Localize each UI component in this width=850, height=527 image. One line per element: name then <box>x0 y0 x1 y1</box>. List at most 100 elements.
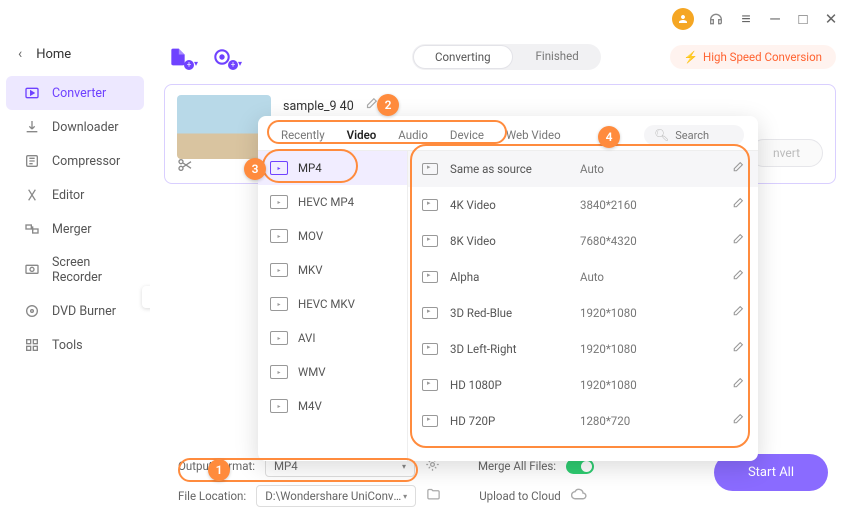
resolution-icon <box>422 271 438 283</box>
popup-tab-video[interactable]: Video <box>338 124 386 146</box>
compressor-icon <box>24 153 40 169</box>
sidebar-item-downloader[interactable]: Downloader <box>6 110 144 144</box>
resolution-row[interactable]: 4K Video3840*2160 <box>408 187 758 223</box>
close-button[interactable]: ✕ <box>824 10 838 28</box>
add-dvd-button[interactable]: + ▾ <box>208 44 236 70</box>
resolution-icon <box>422 379 438 391</box>
edit-preset-icon[interactable] <box>731 161 744 177</box>
format-item-mp4[interactable]: ▸MP4 <box>258 151 407 185</box>
menu-icon[interactable]: ≡ <box>738 11 754 27</box>
resolution-icon <box>422 307 438 319</box>
dvd-burner-icon <box>24 303 40 319</box>
popup-tab-web-video[interactable]: Web Video <box>497 124 570 146</box>
format-item-hevc-mp4[interactable]: ▸HEVC MP4 <box>258 185 407 219</box>
resolution-icon <box>422 343 438 355</box>
format-item-m4v[interactable]: ▸M4V <box>258 389 407 423</box>
segment-finished[interactable]: Finished <box>514 44 601 70</box>
format-icon: ▸ <box>270 399 288 413</box>
tools-icon <box>24 337 40 353</box>
high-speed-badge[interactable]: ⚡ High Speed Conversion <box>670 45 836 69</box>
folder-icon[interactable] <box>426 487 441 505</box>
callout-1: 1 <box>208 459 230 481</box>
screen-recorder-icon <box>24 262 40 278</box>
merge-label: Merge All Files: <box>478 459 556 473</box>
search-icon: 🔍︎ <box>654 128 669 142</box>
sidebar-item-tools[interactable]: Tools <box>6 328 144 362</box>
popup-tab-audio[interactable]: Audio <box>389 124 437 146</box>
sidebar-item-merger[interactable]: Merger <box>6 212 144 246</box>
sidebar-item-label: Editor <box>52 188 84 203</box>
edit-name-icon[interactable] <box>364 97 378 115</box>
sidebar-item-label: Downloader <box>52 120 119 135</box>
user-avatar[interactable] <box>672 8 694 30</box>
resolution-row[interactable]: Same as sourceAuto <box>408 151 758 187</box>
sidebar-item-label: Converter <box>52 86 106 101</box>
popup-tab-recently[interactable]: Recently <box>272 124 334 146</box>
add-file-button[interactable]: + ▾ <box>164 44 192 70</box>
lightning-icon: ⚡ <box>684 50 698 64</box>
resolution-row[interactable]: 3D Red-Blue1920*1080 <box>408 295 758 331</box>
edit-preset-icon[interactable] <box>731 233 744 249</box>
resolution-icon <box>422 163 438 175</box>
sidebar-item-compressor[interactable]: Compressor <box>6 144 144 178</box>
callout-4: 4 <box>598 126 620 148</box>
upload-label: Upload to Cloud <box>479 489 561 503</box>
edit-preset-icon[interactable] <box>731 305 744 321</box>
cloud-icon[interactable] <box>571 486 588 506</box>
search-input[interactable] <box>675 129 735 142</box>
home-label[interactable]: Home <box>36 47 71 62</box>
sidebar-item-editor[interactable]: Editor <box>6 178 144 212</box>
resolution-row[interactable]: HD 720P1280*720 <box>408 403 758 439</box>
popup-tab-device[interactable]: Device <box>441 124 493 146</box>
resolution-row[interactable]: 8K Video7680*4320 <box>408 223 758 259</box>
sidebar-item-label: DVD Burner <box>52 304 116 319</box>
converter-icon <box>24 85 40 101</box>
format-icon: ▸ <box>270 331 288 345</box>
maximize-button[interactable]: □ <box>796 10 810 28</box>
format-item-mov[interactable]: ▸MOV <box>258 219 407 253</box>
segment-converting[interactable]: Converting <box>413 45 513 69</box>
file-name: sample_9 40 <box>283 99 354 114</box>
resolution-row[interactable]: HD 1080P1920*1080 <box>408 367 758 403</box>
file-location-label: File Location: <box>178 489 246 503</box>
chevron-down-icon: ▾ <box>403 492 407 501</box>
edit-preset-icon[interactable] <box>731 377 744 393</box>
edit-preset-icon[interactable] <box>731 269 744 285</box>
sidebar-item-label: Compressor <box>52 154 120 169</box>
sidebar: ‹ Home Converter Downloader Compressor E… <box>0 38 150 527</box>
format-icon: ▸ <box>270 195 288 209</box>
edit-preset-icon[interactable] <box>731 413 744 429</box>
format-item-hevc-mkv[interactable]: ▸HEVC MKV <box>258 287 407 321</box>
format-list: ▸MP4 ▸HEVC MP4 ▸MOV ▸MKV ▸HEVC MKV ▸AVI … <box>258 151 408 461</box>
merger-icon <box>24 221 40 237</box>
sidebar-item-label: Screen Recorder <box>52 255 132 285</box>
format-item-mkv[interactable]: ▸MKV <box>258 253 407 287</box>
sidebar-item-dvd-burner[interactable]: DVD Burner <box>6 294 144 328</box>
status-segment: Converting Finished <box>412 44 601 70</box>
back-icon[interactable]: ‹ <box>18 46 22 62</box>
popup-search[interactable]: 🔍︎ <box>644 125 744 145</box>
minimize-button[interactable]: — <box>768 10 782 28</box>
video-thumbnail[interactable] <box>177 95 271 159</box>
resolution-icon <box>422 235 438 247</box>
format-icon: ▸ <box>270 365 288 379</box>
resolution-row[interactable]: 3D Left-Right1920*1080 <box>408 331 758 367</box>
resolution-icon <box>422 415 438 427</box>
format-icon: ▸ <box>270 161 288 175</box>
callout-2: 2 <box>377 94 399 116</box>
format-popup: Recently Video Audio Device Web Video 🔍︎… <box>258 116 758 461</box>
resolution-row[interactable]: AlphaAuto <box>408 259 758 295</box>
file-location-select[interactable]: D:\Wondershare UniConverter 1 ▾ <box>256 485 416 507</box>
sidebar-item-screen-recorder[interactable]: Screen Recorder <box>6 246 144 294</box>
trim-icon[interactable] <box>177 157 193 173</box>
format-item-wmv[interactable]: ▸WMV <box>258 355 407 389</box>
headset-icon[interactable] <box>708 11 724 27</box>
sidebar-item-converter[interactable]: Converter <box>6 76 144 110</box>
format-icon: ▸ <box>270 263 288 277</box>
resolution-icon <box>422 199 438 211</box>
editor-icon <box>24 187 40 203</box>
edit-preset-icon[interactable] <box>731 341 744 357</box>
edit-preset-icon[interactable] <box>731 197 744 213</box>
convert-button[interactable]: nvert <box>750 139 823 167</box>
format-item-avi[interactable]: ▸AVI <box>258 321 407 355</box>
